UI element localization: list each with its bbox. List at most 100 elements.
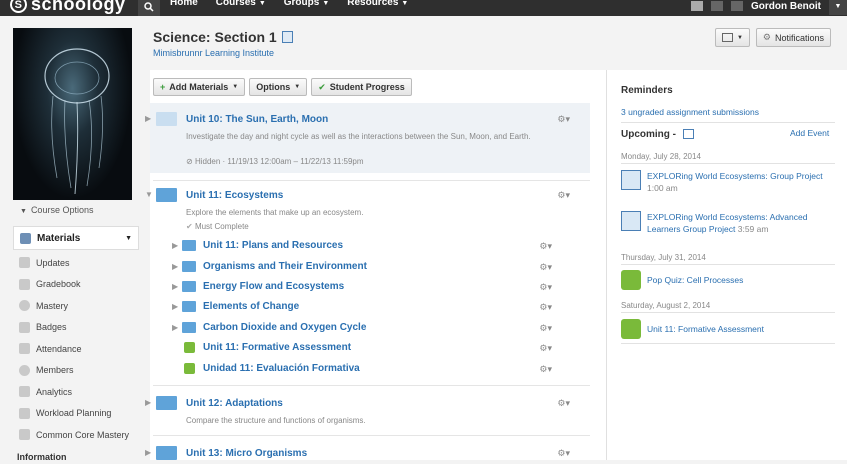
chevron-right-icon[interactable]: ▶	[172, 323, 178, 332]
gear-icon[interactable]: ⚙▾	[557, 398, 570, 409]
assignment-icon	[621, 211, 641, 231]
event-title-link[interactable]: EXPLORing World Ecosystems: Advanced Lea…	[647, 212, 807, 234]
nav-groups-label: Groups	[283, 0, 320, 8]
schoology-logo[interactable]: S schoology	[10, 0, 126, 15]
nav-home[interactable]: Home	[170, 0, 198, 8]
divider	[621, 312, 835, 313]
list-item[interactable]: Unidad 11: Evaluación Formativa ⚙▾	[150, 360, 590, 380]
ungraded-submissions-link[interactable]: 3 ungraded assignment submissions	[621, 107, 759, 117]
sidebar-item-common-core-mastery[interactable]: Common Core Mastery	[13, 424, 139, 446]
unit-title-link[interactable]: Unit 12: Adaptations	[186, 398, 283, 409]
event-title-link[interactable]: Pop Quiz: Cell Processes	[647, 275, 743, 285]
gear-icon[interactable]: ⚙▾	[539, 302, 552, 313]
sidebar-item-attendance[interactable]: Attendance	[13, 338, 139, 360]
item-title-link[interactable]: Organisms and Their Environment	[203, 261, 367, 272]
item-title-link[interactable]: Energy Flow and Ecosystems	[203, 281, 344, 292]
item-title-link[interactable]: Unit 11: Plans and Resources	[203, 240, 343, 251]
upcoming-event[interactable]: EXPLORing World Ecosystems: Advanced Lea…	[621, 211, 835, 235]
sidebar-item-analytics[interactable]: Analytics	[13, 381, 139, 403]
nav-groups[interactable]: Groups ▼	[284, 0, 330, 8]
gear-icon[interactable]: ⚙▾	[539, 343, 552, 354]
upcoming-event[interactable]: Unit 11: Formative Assessment	[621, 319, 835, 339]
gear-icon[interactable]: ⚙▾	[539, 241, 552, 252]
course-options-toggle[interactable]: ▼ Course Options	[20, 205, 93, 215]
options-button[interactable]: Options ▼	[249, 78, 308, 96]
divider	[621, 122, 835, 123]
unit-title-link[interactable]: Unit 13: Micro Organisms	[186, 448, 307, 459]
add-materials-button[interactable]: + Add Materials ▼	[153, 78, 246, 96]
unit-header[interactable]: ▶ Unit 10: The Sun, Earth, Moon ⚙▾	[145, 110, 590, 130]
notifications-icon[interactable]	[731, 1, 743, 11]
gear-icon[interactable]: ⚙▾	[539, 323, 552, 334]
upcoming-date: Monday, July 28, 2014	[621, 152, 701, 161]
list-item[interactable]: ▶ Energy Flow and Ecosystems ⚙▾	[150, 278, 590, 298]
list-item[interactable]: ▶ Elements of Change ⚙▾	[150, 298, 590, 318]
sidebar-item-materials[interactable]: Materials ▼	[13, 226, 139, 250]
calendar-icon[interactable]	[682, 129, 694, 140]
student-progress-button[interactable]: ✔ Student Progress	[311, 78, 412, 96]
sidebar-item-members[interactable]: Members	[13, 360, 139, 382]
gear-icon[interactable]: ⚙▾	[539, 282, 552, 293]
sidebar-item-badges[interactable]: Badges	[13, 317, 139, 339]
list-item[interactable]: ▶ Carbon Dioxide and Oxygen Cycle ⚙▾	[150, 319, 590, 339]
user-menu-button[interactable]: ▼	[829, 0, 847, 15]
gradebook-icon	[19, 278, 30, 290]
event-time: 3:59 am	[737, 224, 769, 234]
chevron-right-icon[interactable]: ▶	[145, 448, 151, 457]
chevron-down-icon[interactable]: ▼	[145, 190, 153, 199]
gear-icon[interactable]: ⚙▾	[557, 114, 570, 125]
gear-icon[interactable]: ⚙▾	[539, 262, 552, 273]
unit-header[interactable]: ▼ Unit 11: Ecosystems ⚙▾	[145, 186, 590, 206]
chevron-right-icon[interactable]: ▶	[172, 302, 178, 311]
unit-header[interactable]: ▶ Unit 12: Adaptations ⚙▾	[145, 394, 590, 414]
unit-title-link[interactable]: Unit 10: The Sun, Earth, Moon	[186, 114, 328, 125]
logo-s-icon: S	[10, 0, 27, 13]
chevron-right-icon[interactable]: ▶	[145, 398, 151, 407]
unit-availability: ⊘ Hidden · 11/19/13 12:00am – 11/22/13 1…	[186, 157, 364, 166]
list-item[interactable]: Unit 11: Formative Assessment ⚙▾	[150, 339, 590, 359]
sidebar-item-label: Workload Planning	[36, 408, 112, 419]
event-title-link[interactable]: EXPLORing World Ecosystems: Group Projec…	[647, 171, 823, 181]
requests-icon[interactable]	[711, 1, 723, 11]
course-header: Science: Section 1 Mimisbrunnr Learning …	[150, 16, 847, 70]
course-title: Science: Section 1	[153, 29, 277, 45]
upcoming-date: Thursday, July 31, 2014	[621, 253, 706, 262]
gear-icon[interactable]: ⚙▾	[557, 448, 570, 459]
view-toggle-button[interactable]: ▼	[714, 28, 750, 47]
gear-icon[interactable]: ⚙▾	[557, 190, 570, 201]
chevron-right-icon[interactable]: ▶	[172, 262, 178, 271]
user-name[interactable]: Gordon Benoit	[751, 1, 821, 12]
upcoming-event[interactable]: Pop Quiz: Cell Processes	[621, 270, 835, 290]
unit-dates: 11/19/13 12:00am – 11/22/13 11:59pm	[227, 157, 364, 166]
school-link[interactable]: Mimisbrunnr Learning Institute	[153, 48, 274, 58]
search-button[interactable]	[138, 0, 160, 16]
sidebar-item-updates[interactable]: Updates	[13, 252, 139, 274]
item-title-link[interactable]: Elements of Change	[203, 301, 299, 312]
layout-icon	[721, 33, 733, 42]
event-title-link[interactable]: Unit 11: Formative Assessment	[647, 324, 764, 334]
add-event-link[interactable]: Add Event	[790, 128, 829, 138]
nav-resources[interactable]: Resources ▼	[347, 0, 408, 8]
assessment-icon	[621, 319, 641, 339]
chevron-right-icon[interactable]: ▶	[172, 282, 178, 291]
chevron-right-icon[interactable]: ▶	[172, 241, 178, 250]
notifications-button[interactable]: ⚙ Notifications	[755, 28, 831, 47]
sidebar-item-workload-planning[interactable]: Workload Planning	[13, 403, 139, 425]
sidebar-item-mastery[interactable]: Mastery	[13, 295, 139, 317]
sidebar-item-gradebook[interactable]: Gradebook	[13, 274, 139, 296]
gear-icon[interactable]: ⚙▾	[539, 364, 552, 375]
list-item[interactable]: ▶ Organisms and Their Environment ⚙▾	[150, 258, 590, 278]
event-time: 1:00 am	[647, 183, 678, 193]
list-item[interactable]: ▶ Unit 11: Plans and Resources ⚙▾	[150, 237, 590, 257]
item-title-link[interactable]: Unit 11: Formative Assessment	[203, 342, 351, 353]
information-heading: Information	[17, 451, 67, 462]
nav-courses[interactable]: Courses ▼	[216, 0, 266, 8]
messages-icon[interactable]	[691, 1, 703, 11]
upcoming-event[interactable]: EXPLORing World Ecosystems: Group Projec…	[621, 170, 835, 194]
unit-header[interactable]: ▶ Unit 13: Micro Organisms ⚙▾	[145, 444, 590, 464]
sidebar-item-label: Updates	[36, 257, 70, 268]
unit-title-link[interactable]: Unit 11: Ecosystems	[186, 190, 283, 201]
chevron-right-icon[interactable]: ▶	[145, 114, 151, 123]
item-title-link[interactable]: Carbon Dioxide and Oxygen Cycle	[203, 322, 366, 333]
item-title-link[interactable]: Unidad 11: Evaluación Formativa	[203, 363, 360, 374]
